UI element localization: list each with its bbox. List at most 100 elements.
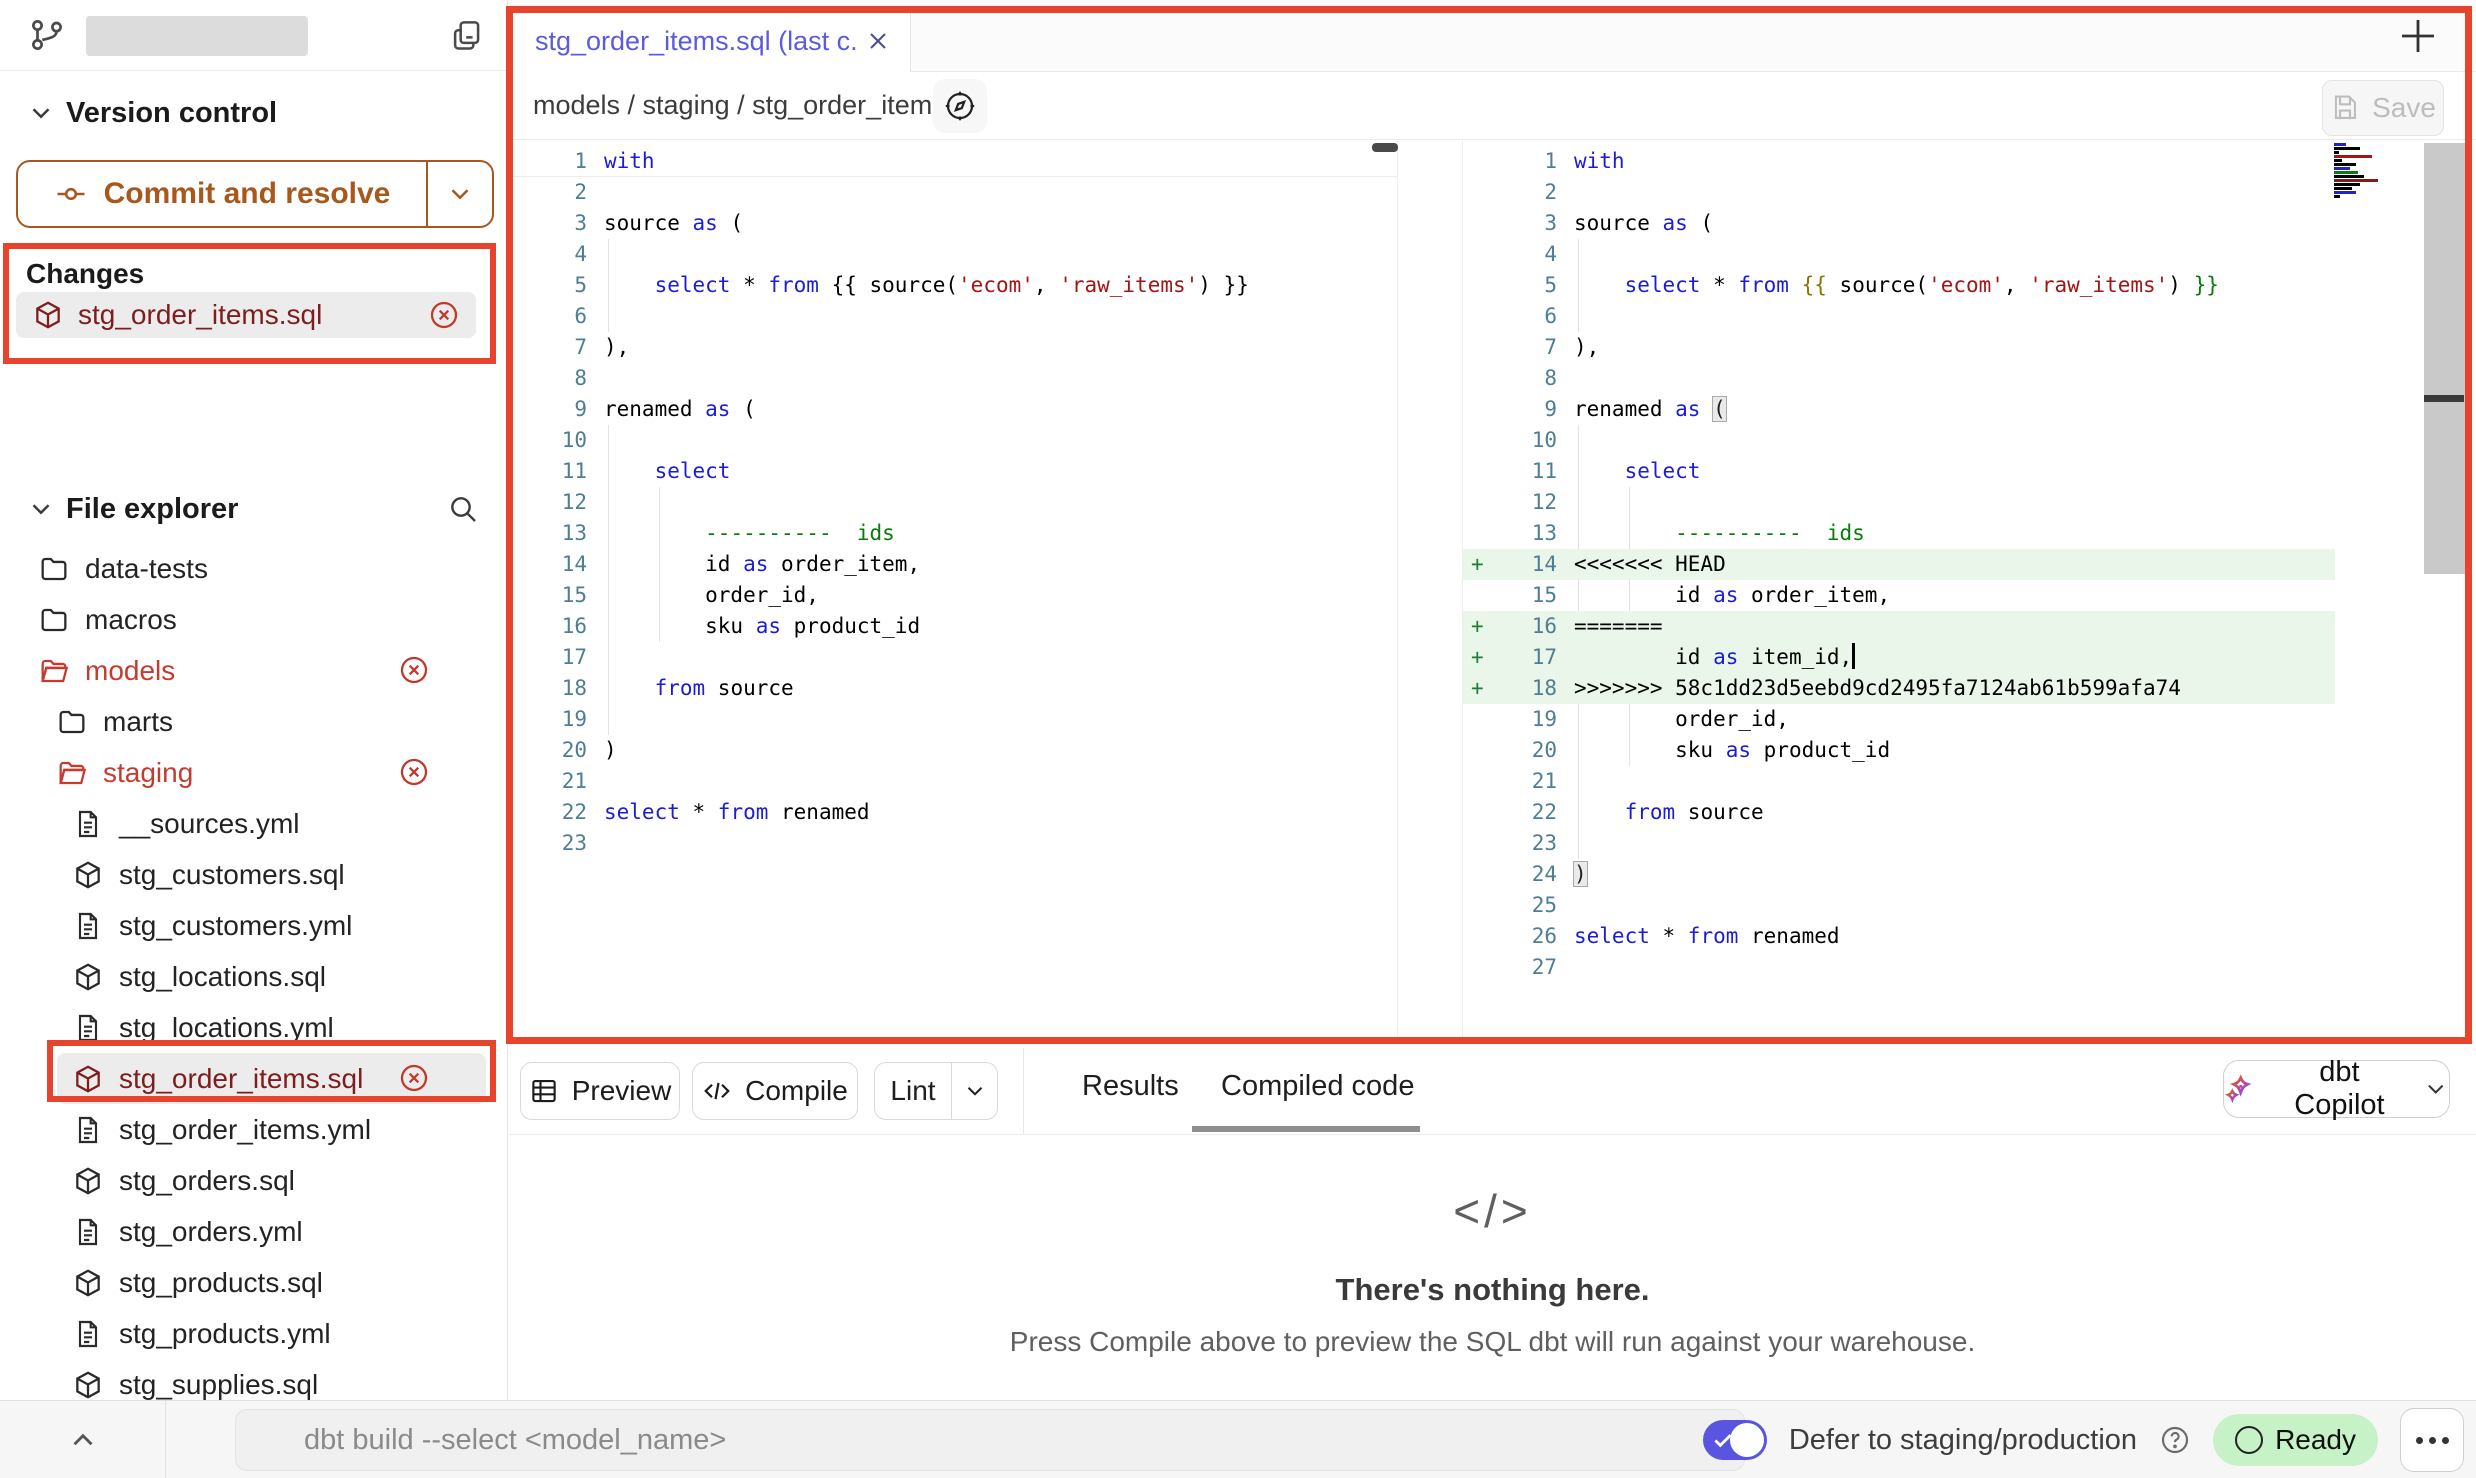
- code-line[interactable]: 23: [1463, 828, 2335, 859]
- dbt-copilot-button[interactable]: dbt Copilot: [2223, 1060, 2450, 1118]
- right-scrollbar-track[interactable]: [2424, 143, 2468, 574]
- compile-button[interactable]: Compile: [692, 1062, 858, 1120]
- code-line[interactable]: 7),: [1463, 332, 2335, 363]
- tree-item-stg_locations.yml[interactable]: stg_locations.yml: [0, 1002, 508, 1053]
- tree-item-stg_customers.yml[interactable]: stg_customers.yml: [0, 900, 508, 951]
- code-line[interactable]: 16 sku as product_id: [513, 611, 1397, 642]
- search-icon[interactable]: [447, 493, 479, 525]
- code-line[interactable]: 10: [1463, 425, 2335, 456]
- code-line[interactable]: 1with: [513, 146, 1397, 177]
- tree-item-stg_orders.yml[interactable]: stg_orders.yml: [0, 1206, 508, 1257]
- code-line[interactable]: 9renamed as (: [513, 394, 1397, 425]
- code-line[interactable]: 20): [513, 735, 1397, 766]
- tab-compiled-code[interactable]: Compiled code: [1221, 1070, 1414, 1103]
- lint-dropdown-button[interactable]: [951, 1063, 997, 1119]
- code-line[interactable]: +17 id as item_id,: [1463, 642, 2335, 673]
- code-line[interactable]: 9renamed as (: [1463, 394, 2335, 425]
- tree-item-marts[interactable]: marts: [0, 696, 508, 747]
- deleted-x-icon[interactable]: [398, 756, 430, 795]
- tab-stg-order-items[interactable]: stg_order_items.sql (last c...: [513, 9, 911, 73]
- code-line[interactable]: +18>>>>>>> 58c1dd23d5eebd9cd2495fa7124ab…: [1463, 673, 2335, 704]
- tree-item-stg_order_items.sql[interactable]: stg_order_items.sql: [57, 1053, 486, 1104]
- code-line[interactable]: 13 ---------- ids: [513, 518, 1397, 549]
- code-line[interactable]: 1with: [1463, 146, 2335, 177]
- commit-dropdown-button[interactable]: [426, 162, 492, 226]
- tree-item-stg_products.yml[interactable]: stg_products.yml: [0, 1308, 508, 1359]
- code-line[interactable]: 4: [513, 239, 1397, 270]
- editor-pane-modified[interactable]: 1with23source as (45 select * from {{ so…: [1462, 141, 2335, 1041]
- deleted-x-icon[interactable]: [428, 299, 460, 331]
- code-line[interactable]: 15 id as order_item,: [1463, 580, 2335, 611]
- code-line[interactable]: 19 order_id,: [1463, 704, 2335, 735]
- copy-files-icon[interactable]: [448, 16, 486, 54]
- connection-status-badge[interactable]: Ready: [2213, 1414, 2378, 1466]
- code-line[interactable]: 8: [1463, 363, 2335, 394]
- preview-button[interactable]: Preview: [520, 1062, 680, 1120]
- code-line[interactable]: 11 select: [513, 456, 1397, 487]
- lineage-compass-icon[interactable]: [933, 79, 987, 133]
- code-line[interactable]: 17: [513, 642, 1397, 673]
- tree-item-stg_order_items.yml[interactable]: stg_order_items.yml: [0, 1104, 508, 1155]
- version-control-header[interactable]: Version control 1: [0, 85, 507, 141]
- code-line[interactable]: 2: [1463, 177, 2335, 208]
- tree-item-stg_products.sql[interactable]: stg_products.sql: [0, 1257, 508, 1308]
- tree-item-stg_locations.sql[interactable]: stg_locations.sql: [0, 951, 508, 1002]
- code-line[interactable]: 5 select * from {{ source('ecom', 'raw_i…: [513, 270, 1397, 301]
- code-line[interactable]: 12: [1463, 487, 2335, 518]
- code-line[interactable]: 26select * from renamed: [1463, 921, 2335, 952]
- code-line[interactable]: +16=======: [1463, 611, 2335, 642]
- defer-toggle[interactable]: [1703, 1420, 1767, 1460]
- code-line[interactable]: 4: [1463, 239, 2335, 270]
- code-line[interactable]: 23: [513, 828, 1397, 859]
- code-line[interactable]: +14<<<<<<< HEAD: [1463, 549, 2335, 580]
- code-line[interactable]: 19: [513, 704, 1397, 735]
- dbt-command-input[interactable]: dbt build --select <model_name>: [235, 1409, 1745, 1471]
- editor-pane-original[interactable]: 1with23source as (45 select * from {{ so…: [513, 141, 1398, 1041]
- commit-and-resolve-button[interactable]: Commit and resolve: [16, 160, 494, 228]
- tree-item-stg_customers.sql[interactable]: stg_customers.sql: [0, 849, 508, 900]
- code-line[interactable]: 22 from source: [1463, 797, 2335, 828]
- code-line[interactable]: 24): [1463, 859, 2335, 890]
- chevron-up-icon[interactable]: [66, 1423, 100, 1457]
- code-line[interactable]: 10: [513, 425, 1397, 456]
- tree-item-models[interactable]: models: [0, 645, 508, 696]
- code-line[interactable]: 5 select * from {{ source('ecom', 'raw_i…: [1463, 270, 2335, 301]
- code-line[interactable]: 25: [1463, 890, 2335, 921]
- code-line[interactable]: 8: [513, 363, 1397, 394]
- new-tab-plus-icon[interactable]: [2394, 12, 2442, 60]
- deleted-x-icon[interactable]: [398, 1062, 430, 1101]
- help-question-icon[interactable]: [2159, 1424, 2191, 1456]
- code-line[interactable]: 12: [513, 487, 1397, 518]
- tree-item-stg_orders.sql[interactable]: stg_orders.sql: [0, 1155, 508, 1206]
- deleted-x-icon[interactable]: [398, 654, 430, 693]
- code-line[interactable]: 6: [513, 301, 1397, 332]
- code-line[interactable]: 13 ---------- ids: [1463, 518, 2335, 549]
- code-line[interactable]: 20 sku as product_id: [1463, 735, 2335, 766]
- changed-file-row[interactable]: stg_order_items.sql: [16, 292, 476, 338]
- more-options-button[interactable]: [2400, 1408, 2464, 1472]
- code-line[interactable]: 3source as (: [1463, 208, 2335, 239]
- lint-button[interactable]: Lint: [875, 1063, 951, 1119]
- code-line[interactable]: 3source as (: [513, 208, 1397, 239]
- code-line[interactable]: 21: [513, 766, 1397, 797]
- branch-name-redacted[interactable]: [86, 16, 308, 56]
- tree-item-macros[interactable]: macros: [0, 594, 508, 645]
- code-line[interactable]: 15 order_id,: [513, 580, 1397, 611]
- tree-item-__sources.yml[interactable]: __sources.yml: [0, 798, 508, 849]
- tab-results[interactable]: Results: [1082, 1070, 1179, 1103]
- code-line[interactable]: 21: [1463, 766, 2335, 797]
- code-line[interactable]: 22select * from renamed: [513, 797, 1397, 828]
- code-line[interactable]: 18 from source: [513, 673, 1397, 704]
- code-line[interactable]: 27: [1463, 952, 2335, 983]
- code-line[interactable]: 7),: [513, 332, 1397, 363]
- tree-item-data-tests[interactable]: data-tests: [0, 543, 508, 594]
- tree-item-staging[interactable]: staging: [0, 747, 508, 798]
- save-button[interactable]: Save: [2322, 80, 2444, 136]
- file-explorer-header[interactable]: File explorer: [0, 481, 507, 537]
- close-icon[interactable]: [864, 27, 892, 55]
- code-line[interactable]: 11 select: [1463, 456, 2335, 487]
- left-scrollbar-thumb[interactable]: [1372, 143, 1398, 152]
- code-line[interactable]: 14 id as order_item,: [513, 549, 1397, 580]
- code-line[interactable]: 6: [1463, 301, 2335, 332]
- code-line[interactable]: 2: [513, 177, 1397, 208]
